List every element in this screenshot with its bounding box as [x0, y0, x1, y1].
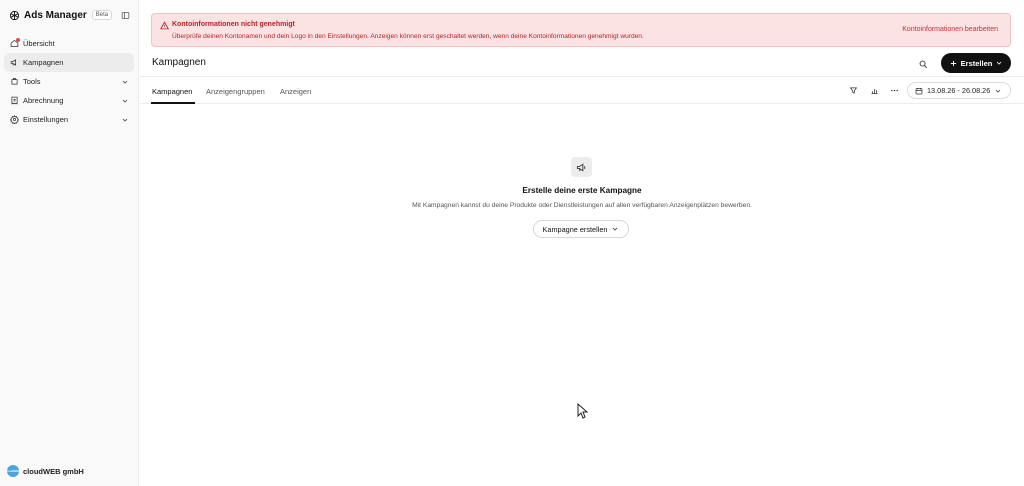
openai-logo-icon	[8, 9, 20, 21]
sidebar-item-label: Kampagnen	[23, 58, 64, 67]
beta-badge: Beta	[91, 10, 113, 20]
calendar-icon	[915, 87, 923, 94]
sidebar-item-overview[interactable]: Übersicht	[4, 34, 134, 53]
sidebar-item-label: Tools	[23, 77, 41, 86]
sidebar-nav: Übersicht Kampagnen Tools Abrechnung Ein…	[4, 34, 134, 129]
app-name: Ads Manager	[24, 9, 87, 21]
main-content: Kontoinformationen nicht genehmigt Überp…	[140, 0, 1024, 486]
tab-ad-groups[interactable]: Anzeigengruppen	[206, 87, 265, 96]
chevron-down-icon	[120, 115, 129, 124]
page-title: Kampagnen	[152, 57, 206, 68]
sidebar-item-label: Abrechnung	[23, 96, 64, 105]
sidebar-item-campaigns[interactable]: Kampagnen	[4, 53, 134, 72]
tab-ads[interactable]: Anzeigen	[280, 87, 311, 96]
chevron-down-icon	[996, 89, 1001, 93]
search-icon[interactable]	[917, 58, 929, 70]
billing-icon	[9, 96, 19, 106]
plus-icon	[950, 60, 956, 66]
mouse-cursor-icon	[577, 403, 589, 419]
tab-campaigns[interactable]: Kampagnen	[152, 87, 192, 96]
create-campaign-label: Kampagne erstellen	[542, 224, 608, 234]
more-options-icon[interactable]	[889, 85, 900, 96]
active-tab-indicator	[151, 102, 195, 104]
sidebar-item-settings[interactable]: Einstellungen	[4, 110, 134, 129]
page-header: Kampagnen Erstellen	[140, 52, 1024, 77]
sidebar-item-tools[interactable]: Tools	[4, 72, 134, 91]
chevron-down-icon	[120, 77, 129, 86]
chevron-down-icon	[997, 61, 1002, 65]
account-avatar: cloudWEB	[6, 465, 21, 477]
home-icon	[9, 37, 20, 49]
create-button[interactable]: Erstellen	[941, 53, 1011, 73]
empty-state-title: Erstelle deine erste Kampagne	[522, 186, 642, 195]
alert-title: Kontoinformationen nicht genehmigt	[172, 21, 295, 28]
gear-icon	[9, 115, 19, 125]
sidebar-collapse-icon[interactable]	[120, 10, 130, 20]
sidebar: Ads Manager Beta Übersicht Kampagnen Too…	[0, 0, 139, 486]
account-switcher[interactable]: cloudWEB cloudWEB gmbH	[6, 465, 84, 477]
tools-icon	[9, 77, 19, 87]
tab-bar: Kampagnen Anzeigengruppen Anzeigen 13.08…	[140, 78, 1024, 104]
empty-state-text: Mit Kampagnen kannst du deine Produkte o…	[412, 202, 752, 209]
account-alert-banner: Kontoinformationen nicht genehmigt Überp…	[151, 13, 1011, 47]
sidebar-item-label: Übersicht	[23, 39, 55, 48]
account-name: cloudWEB gmbH	[23, 466, 84, 476]
filter-icon[interactable]	[848, 85, 859, 96]
create-campaign-button[interactable]: Kampagne erstellen	[533, 220, 629, 238]
sidebar-item-label: Einstellungen	[23, 115, 69, 124]
date-range-picker[interactable]: 13.08.26 - 26.08.26	[907, 82, 1011, 99]
alert-text: Überprüfe deinen Kontonamen und dein Log…	[172, 33, 644, 40]
chart-icon[interactable]	[869, 85, 880, 96]
date-range-label: 13.08.26 - 26.08.26	[927, 86, 991, 95]
chevron-down-icon	[120, 96, 129, 105]
brand: Ads Manager Beta	[8, 8, 132, 22]
megaphone-icon	[9, 58, 19, 68]
create-button-label: Erstellen	[960, 58, 993, 68]
megaphone-icon	[571, 157, 592, 177]
chevron-down-icon	[613, 227, 618, 231]
edit-account-info-link[interactable]: Kontoinformationen bearbeiten	[902, 26, 998, 33]
sidebar-item-billing[interactable]: Abrechnung	[4, 91, 134, 110]
warning-icon	[159, 20, 169, 30]
notification-dot	[16, 37, 20, 42]
